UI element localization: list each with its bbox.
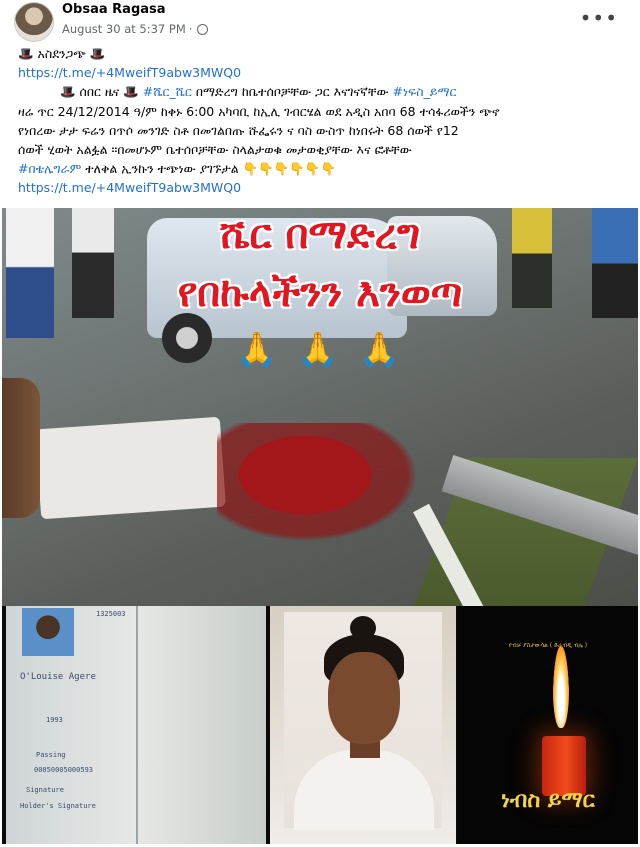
more-options-button[interactable]: ••• (580, 6, 618, 30)
passport-year: 1993 (46, 716, 63, 724)
telegram-link-2[interactable]: https://t.me/+4MweifT9abw3MWQ0 (18, 180, 241, 195)
victim-portrait (270, 606, 456, 844)
post-header: Obsaa Ragasa August 30 at 5:37 PM · ••• (0, 0, 640, 42)
passport-sig-label: Signature (26, 786, 64, 794)
telegram-link-1[interactable]: https://t.me/+4MweifT9abw3MWQ0 (18, 65, 241, 80)
passport-name: O'Louise Agere (20, 672, 96, 682)
candle-flame-icon (553, 646, 569, 728)
post-line-6: ሰወች ሂወት አልፏል ።በመሆኑም ቤተሰቦቻቸው ስላልታወቁ መታወቂያ… (18, 142, 412, 158)
victim-photo-collage[interactable]: 1325003 O'Louise Agere 1993 Passing 0005… (2, 606, 638, 844)
passport-number: 1325003 (96, 610, 126, 618)
pointing-down-icons: 👇👇👇👇👇👇 (242, 161, 337, 177)
post-line-1: 🎩 አስደንጋጭ 🎩 (18, 46, 106, 61)
candle-icon (542, 736, 586, 796)
passport-field: Passing (36, 751, 66, 759)
hashtag-telegram[interactable]: #በቴሌግራም (18, 161, 81, 176)
memorial-candle-panel: የብቻ ያስታውሳል ( ድራብዲ ብሌ ) ነብስ ይማር (458, 606, 638, 844)
author-name[interactable]: Obsaa Ragasa (62, 2, 166, 17)
post-line-5: የነበረው ታታ ፍሬን በጥሶ መንገድ ስቶ በመገልበጡ ሹፌሩን ና ባ… (18, 122, 459, 138)
foreground-arm (2, 378, 40, 518)
separator: · (188, 22, 193, 36)
passport-fold (136, 606, 138, 844)
portrait-frame (284, 612, 442, 830)
white-cloth (35, 416, 226, 520)
passport-photo (22, 608, 74, 656)
timestamp[interactable]: August 30 at 5:37 PM (62, 22, 186, 36)
post-text: 🎩 አስደንጋጭ 🎩 https://t.me/+4MweifT9abw3MWQ… (18, 44, 630, 198)
overlay-title-line-1: ሼር በማድረግ (219, 212, 421, 258)
post-line-7-b: ተለቅል ኢንኩን ተጭነው ያገኙታል (81, 161, 243, 177)
post-line-3: 🎩 ሰበር ዜና 🎩 #ሼር_ሼር በማድረግ ከቤተሰቦቻቸው ጋር እናገና… (18, 82, 630, 101)
passport-code: 00050005000593 (34, 766, 94, 774)
memorial-caption: የብቻ ያስታውሳል ( ድራብዲ ብሌ ) (508, 642, 588, 649)
bloodstain (217, 423, 437, 553)
portrait-shoulders (294, 750, 434, 830)
hashtag-rip[interactable]: #ነፍስ_ይማር (393, 84, 457, 99)
praying-hands-icon: 🙏 🙏 🙏 (235, 330, 405, 370)
portrait-face (328, 652, 400, 744)
passport-holder-sig: Holder's Signature (20, 802, 96, 810)
accident-photo[interactable]: ሼር በማድረግ የበኩላችንን እንወጣ 🙏 🙏 🙏 (2, 208, 638, 606)
post-line-7: #በቴሌግራም ተለቅል ኢንኩን ተጭነው ያገኙታል 👇👇👇👇👇👇 (18, 159, 630, 178)
memorial-title: ነብስ ይማር (501, 788, 595, 813)
globe-icon[interactable] (197, 23, 209, 35)
avatar[interactable] (14, 2, 54, 42)
hashtag-share[interactable]: #ሼር_ሼር (143, 84, 192, 99)
post-meta: August 30 at 5:37 PM · (62, 22, 209, 36)
overlay-title-line-2: የበኩላችንን እንወጣ (177, 270, 463, 316)
post-line-4: ዛሬ ጥር 24/12/2014 ዓ/ም ከቀኑ 6:00 አካባቢ ከኢሊ ገ… (18, 103, 500, 119)
post-line-3-a: 🎩 ሰበር ዜና 🎩 (60, 84, 143, 100)
post-line-3-b: በማድረግ ከቤተሰቦቻቸው ጋር እናገናኛቸው (191, 84, 393, 100)
passport-scan: 1325003 O'Louise Agere 1993 Passing 0005… (6, 606, 266, 844)
